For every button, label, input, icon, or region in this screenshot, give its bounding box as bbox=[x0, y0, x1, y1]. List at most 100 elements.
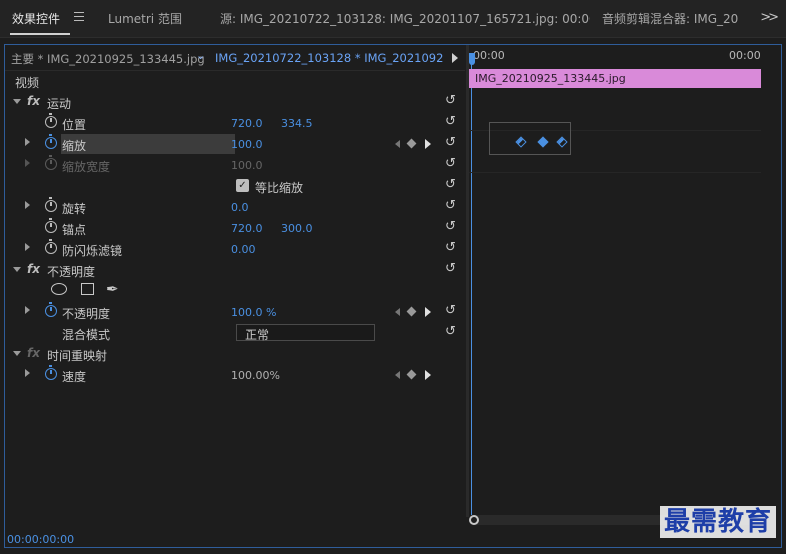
fx-icon[interactable]: fx bbox=[27, 94, 40, 108]
disclosure-closed-icon[interactable] bbox=[25, 306, 30, 314]
add-keyframe-icon[interactable] bbox=[406, 138, 417, 149]
stopwatch-icon[interactable] bbox=[45, 134, 57, 149]
blend-mode-dropdown[interactable]: 正常 ⌄ bbox=[236, 324, 375, 342]
row-uniform-scale[interactable]: ✓ 等比缩放 ↺ bbox=[5, 176, 465, 197]
uniform-scale-label: 等比缩放 bbox=[255, 181, 304, 195]
rotation-value[interactable]: 0.0 bbox=[231, 201, 249, 214]
speed-value[interactable]: 100.00% bbox=[231, 369, 280, 382]
sequence-clip-label[interactable]: IMG_20210722_103128 * IMG_20210925_1... bbox=[215, 51, 443, 65]
rotation-label: 旋转 bbox=[62, 202, 87, 216]
row-mask-tools: ✒ bbox=[5, 280, 465, 302]
fx-icon[interactable]: fx bbox=[27, 262, 40, 276]
previous-keyframe-icon[interactable] bbox=[395, 140, 400, 148]
stopwatch-icon[interactable] bbox=[45, 302, 57, 317]
disclosure-open-icon[interactable] bbox=[13, 351, 21, 356]
effect-controls-panel: 主要 * IMG_20210925_133445.jpg ⌄ IMG_20210… bbox=[4, 44, 782, 548]
row-anchor-point[interactable]: 锚点 720.0 300.0 ↺ bbox=[5, 218, 465, 239]
tab-effect-controls[interactable]: 效果控件 bbox=[12, 10, 60, 27]
speed-label: 速度 bbox=[62, 370, 87, 384]
reset-icon[interactable]: ↺ bbox=[445, 241, 458, 254]
reset-icon[interactable]: ↺ bbox=[445, 262, 458, 275]
reset-icon[interactable]: ↺ bbox=[445, 199, 458, 212]
scale-value[interactable]: 100.0 bbox=[231, 138, 263, 151]
reset-icon[interactable]: ↺ bbox=[445, 115, 458, 128]
ruler-end-timecode: 00:00 bbox=[729, 49, 761, 62]
anchor-x-value[interactable]: 720.0 bbox=[231, 222, 263, 235]
row-scale[interactable]: 缩放 100.0 ↺ bbox=[5, 134, 465, 155]
clip-name: IMG_20210925_133445.jpg bbox=[475, 72, 626, 85]
scale-label: 缩放 bbox=[62, 139, 87, 153]
stopwatch-icon[interactable] bbox=[45, 113, 57, 128]
position-y-value[interactable]: 334.5 bbox=[281, 117, 313, 130]
disclosure-open-icon[interactable] bbox=[13, 99, 21, 104]
scrollbar-handle[interactable] bbox=[469, 515, 479, 525]
panel-menu-icon[interactable] bbox=[74, 12, 84, 21]
reset-icon[interactable]: ↺ bbox=[445, 325, 458, 338]
opacity-label: 不透明度 bbox=[62, 307, 111, 321]
row-time-remap[interactable]: fx 时间重映射 bbox=[5, 344, 465, 365]
rectangle-mask-icon[interactable] bbox=[81, 283, 94, 295]
tab-lumetri-scopes[interactable]: Lumetri 范围 bbox=[108, 10, 182, 27]
row-position[interactable]: 位置 720.0 334.5 ↺ bbox=[5, 113, 465, 134]
selected-row-highlight bbox=[61, 134, 235, 154]
ruler-start-timecode: 00:00 bbox=[473, 49, 505, 62]
reset-icon[interactable]: ↺ bbox=[445, 220, 458, 233]
disclosure-open-icon[interactable] bbox=[13, 267, 21, 272]
disclosure-closed-icon[interactable] bbox=[25, 243, 30, 251]
next-keyframe-icon[interactable] bbox=[425, 370, 431, 380]
playhead-icon[interactable] bbox=[469, 53, 475, 65]
anti-flicker-value[interactable]: 0.00 bbox=[231, 243, 256, 256]
reset-icon[interactable]: ↺ bbox=[445, 94, 458, 107]
blend-mode-label: 混合模式 bbox=[62, 328, 111, 342]
video-header-label: 视频 bbox=[15, 76, 40, 90]
panel-tab-bar: 效果控件 Lumetri 范围 源: IMG_20210722_103128: … bbox=[0, 0, 786, 38]
row-opacity[interactable]: 不透明度 100.0 % ↺ bbox=[5, 302, 465, 323]
add-keyframe-icon[interactable] bbox=[406, 306, 417, 317]
active-tab-indicator bbox=[10, 33, 70, 35]
reset-icon[interactable]: ↺ bbox=[445, 136, 458, 149]
fx-icon: fx bbox=[27, 346, 40, 360]
chevron-down-icon[interactable]: ⌄ bbox=[196, 49, 205, 62]
overflow-chevron-icon[interactable]: >> bbox=[760, 10, 779, 25]
row-anti-flicker[interactable]: 防闪烁滤镜 0.00 ↺ bbox=[5, 239, 465, 260]
tab-source[interactable]: 源: IMG_20210722_103128: IMG_20201107_165… bbox=[220, 10, 590, 27]
play-triangle-icon[interactable] bbox=[452, 53, 458, 63]
pen-mask-icon[interactable]: ✒ bbox=[106, 280, 119, 298]
scale-width-label: 缩放宽度 bbox=[62, 160, 111, 174]
reset-icon[interactable]: ↺ bbox=[445, 304, 458, 317]
row-speed[interactable]: 速度 100.00% bbox=[5, 365, 465, 386]
ellipse-mask-icon[interactable] bbox=[51, 283, 67, 295]
row-scale-width: 缩放宽度 100.0 ↺ bbox=[5, 155, 465, 176]
tab-audio-clip-mixer[interactable]: 音频剪辑混合器: IMG_20 bbox=[602, 10, 740, 27]
motion-label: 运动 bbox=[47, 97, 72, 111]
opacity-group-label: 不透明度 bbox=[47, 265, 96, 279]
master-clip-label[interactable]: 主要 * IMG_20210925_133445.jpg bbox=[11, 51, 205, 67]
row-opacity-group[interactable]: fx 不透明度 ↺ bbox=[5, 260, 465, 281]
opacity-value[interactable]: 100.0 % bbox=[231, 306, 276, 319]
stopwatch-icon[interactable] bbox=[45, 239, 57, 254]
row-motion[interactable]: fx 运动 ↺ bbox=[5, 92, 465, 113]
current-timecode[interactable]: 00:00:00:00 bbox=[7, 533, 74, 546]
previous-keyframe-icon[interactable] bbox=[395, 371, 400, 379]
previous-keyframe-icon[interactable] bbox=[395, 308, 400, 316]
disclosure-closed-icon[interactable] bbox=[25, 201, 30, 209]
reset-icon[interactable]: ↺ bbox=[445, 178, 458, 191]
reset-icon[interactable]: ↺ bbox=[445, 157, 458, 170]
time-ruler[interactable]: 00:00 00:00 bbox=[469, 45, 781, 67]
position-x-value[interactable]: 720.0 bbox=[231, 117, 263, 130]
clip-bar[interactable]: IMG_20210925_133445.jpg bbox=[469, 69, 761, 88]
next-keyframe-icon[interactable] bbox=[425, 307, 431, 317]
stopwatch-icon[interactable] bbox=[45, 218, 57, 233]
stopwatch-icon[interactable] bbox=[45, 365, 57, 380]
uniform-scale-checkbox[interactable]: ✓ bbox=[236, 179, 249, 192]
anchor-y-value[interactable]: 300.0 bbox=[281, 222, 313, 235]
disclosure-closed-icon[interactable] bbox=[25, 369, 30, 377]
row-blend-mode[interactable]: 混合模式 正常 ⌄ ↺ bbox=[5, 323, 465, 344]
keyframe-timeline: 00:00 00:00 IMG_20210925_133445.jpg bbox=[469, 45, 781, 525]
row-rotation[interactable]: 旋转 0.0 ↺ bbox=[5, 197, 465, 218]
disclosure-closed-icon[interactable] bbox=[25, 138, 30, 146]
disclosure-closed-icon bbox=[25, 159, 30, 167]
add-keyframe-icon[interactable] bbox=[406, 369, 417, 380]
stopwatch-icon[interactable] bbox=[45, 197, 57, 212]
next-keyframe-icon[interactable] bbox=[425, 139, 431, 149]
